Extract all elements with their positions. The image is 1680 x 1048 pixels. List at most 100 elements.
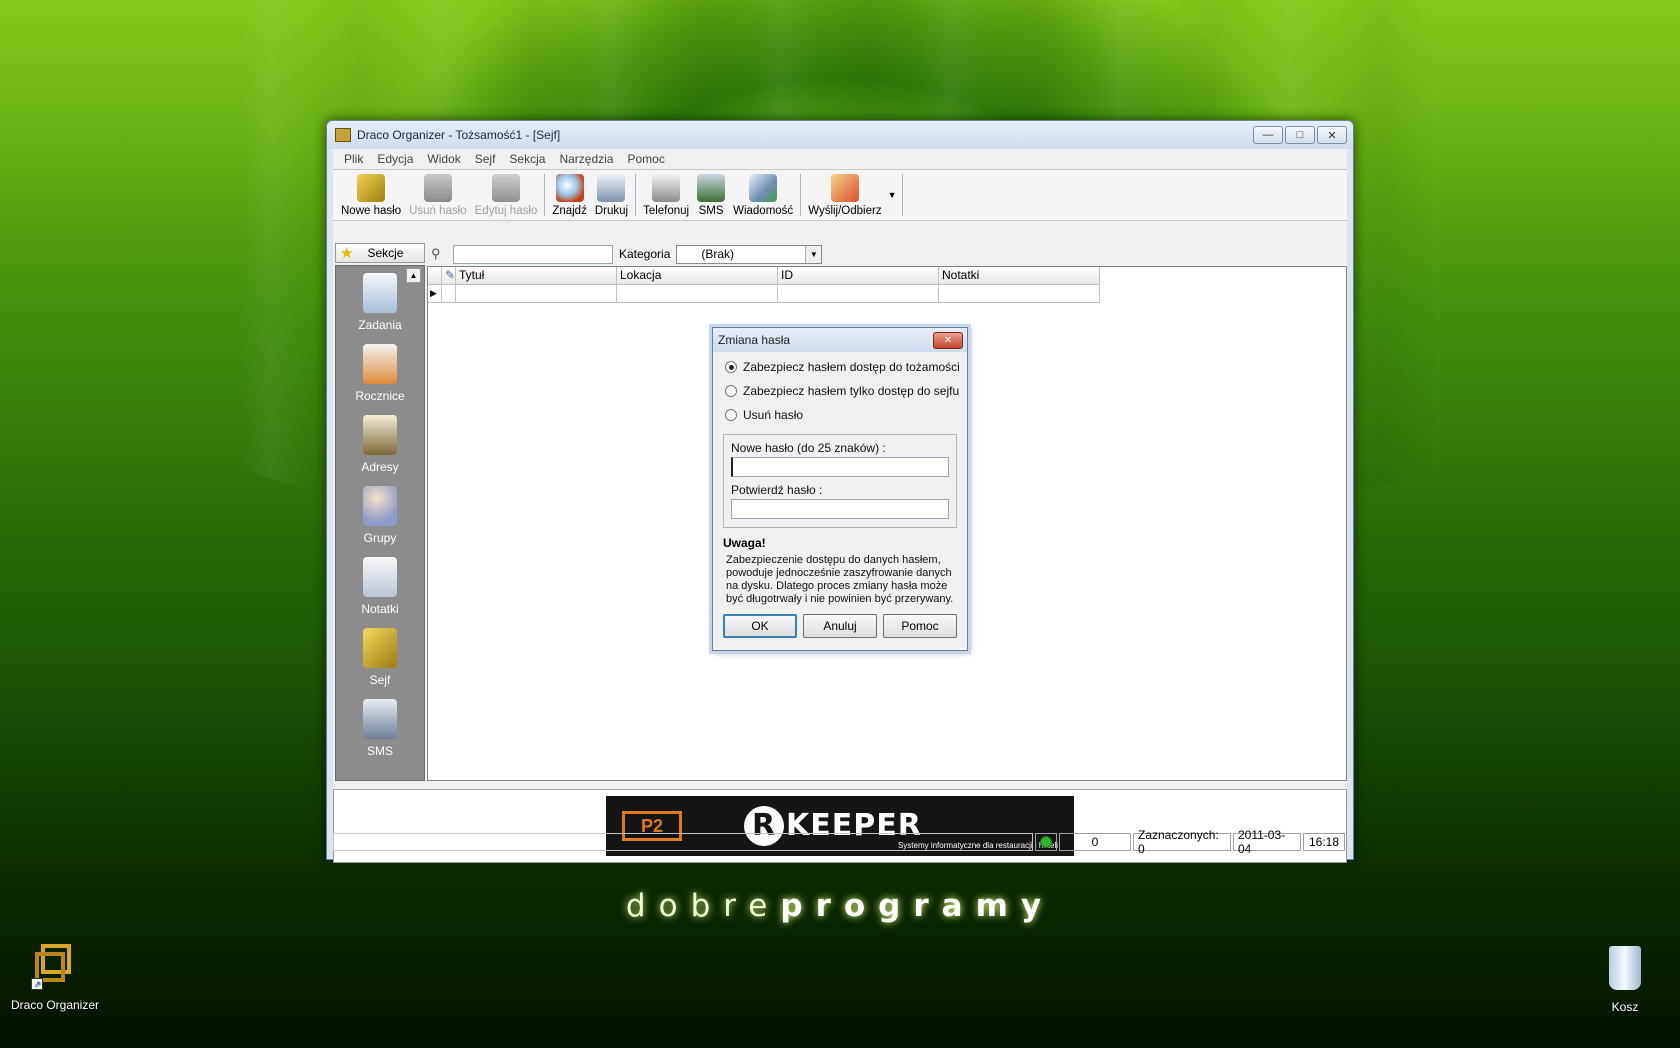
filter-bar: ⚲ Kategoria (Brak) ▼ xyxy=(427,243,1347,265)
column-header-id[interactable]: ID xyxy=(778,267,939,285)
menu-plik[interactable]: Plik xyxy=(337,152,370,166)
status-bar: 0 Zaznaczonych: 0 2011-03-04 16:18 xyxy=(333,828,1347,856)
table-cell[interactable] xyxy=(456,285,617,303)
current-row-arrow-icon: ▶ xyxy=(428,285,442,303)
cancel-button[interactable]: Anuluj xyxy=(803,614,877,638)
search-input[interactable] xyxy=(453,244,613,264)
trash-icon xyxy=(423,174,452,202)
printer-icon xyxy=(597,174,626,202)
radio-protect-identity[interactable]: Zabezpiecz hasłem dostęp do tożamości xyxy=(725,358,967,376)
radio-protect-vault-only[interactable]: Zabezpiecz hasłem tylko dostęp do sejfu xyxy=(725,382,967,400)
maximize-icon: □ xyxy=(1296,129,1304,141)
phone-icon xyxy=(652,174,681,202)
table-cell xyxy=(442,285,456,303)
desktop-icon-draco[interactable]: ↗ Draco Organizer xyxy=(0,942,110,1012)
title-bar[interactable]: Draco Organizer - Tożsamość1 - [Sejf] — … xyxy=(327,121,1353,149)
new-password-field[interactable] xyxy=(731,457,949,477)
sections-panel: ★ Sekcje ▲ Zadania Rocznice Adresy Grupy… xyxy=(335,243,425,781)
section-grupy[interactable]: Grupy xyxy=(336,479,424,550)
table-cell[interactable] xyxy=(617,285,778,303)
notes-icon xyxy=(363,557,397,597)
sections-list: ▲ Zadania Rocznice Adresy Grupy Notatki … xyxy=(335,265,425,781)
key-new-icon xyxy=(357,174,386,202)
chevron-down-icon: ▼ xyxy=(887,190,897,200)
search-icon: ⚲ xyxy=(431,246,441,261)
scroll-up-button[interactable]: ▲ xyxy=(406,268,421,283)
menu-edycja[interactable]: Edycja xyxy=(370,152,420,166)
radio-unchecked-icon xyxy=(725,409,737,421)
warning-title: Uwaga! xyxy=(723,536,766,550)
row-indicator-header xyxy=(428,267,442,285)
change-password-dialog: Zmiana hasła ✕ Zabezpiecz hasłem dostęp … xyxy=(712,327,968,651)
new-password-label: Nowe hasło (do 25 znaków) : xyxy=(731,441,886,455)
close-icon: ✕ xyxy=(1327,129,1337,142)
column-header-notatki[interactable]: Notatki xyxy=(939,267,1100,285)
radio-checked-icon xyxy=(725,361,737,373)
toolbar-separator xyxy=(800,174,802,216)
edit-icon xyxy=(491,174,520,202)
attachment-column-header[interactable]: ✎ xyxy=(442,267,456,285)
edit-password-button[interactable]: Edytuj hasło xyxy=(471,170,542,220)
column-header-lokacja[interactable]: Lokacja xyxy=(617,267,778,285)
category-select[interactable]: (Brak) ▼ xyxy=(676,244,823,264)
toolbar-separator xyxy=(544,174,546,216)
confirm-password-field[interactable] xyxy=(731,499,949,519)
address-book-icon xyxy=(363,415,397,455)
attachment-icon: ✎ xyxy=(445,268,456,282)
column-header-tytul[interactable]: Tytuł xyxy=(456,267,617,285)
dialog-title-bar[interactable]: Zmiana hasła ✕ xyxy=(713,328,967,352)
delete-password-button[interactable]: Usuń hasło xyxy=(405,170,471,220)
maximize-button[interactable]: □ xyxy=(1285,126,1315,144)
close-icon: ✕ xyxy=(943,334,953,346)
section-rocznice[interactable]: Rocznice xyxy=(336,337,424,408)
dialog-close-button[interactable]: ✕ xyxy=(933,331,963,349)
wallpaper-brand: dobreprogramy xyxy=(625,888,1055,924)
help-button[interactable]: Pomoc xyxy=(883,614,957,638)
menu-pomoc[interactable]: Pomoc xyxy=(620,152,671,166)
vault-key-icon xyxy=(363,628,397,668)
tasks-icon xyxy=(363,273,397,313)
dialog-title: Zmiana hasła xyxy=(718,333,791,347)
section-sejf[interactable]: Sejf xyxy=(336,621,424,692)
radio-remove-password[interactable]: Usuń hasło xyxy=(725,406,967,424)
menu-narzedzia[interactable]: Narzędzia xyxy=(552,152,620,166)
grid-header: ✎ Tytuł Lokacja ID Notatki xyxy=(428,267,1104,285)
sections-header[interactable]: ★ Sekcje xyxy=(335,243,425,263)
send-receive-dropdown[interactable]: ▼ xyxy=(886,170,899,220)
menu-sejf[interactable]: Sejf xyxy=(468,152,503,166)
chevron-down-icon[interactable]: ▼ xyxy=(805,245,822,263)
desktop-icon-recycle-bin[interactable]: Kosz xyxy=(1570,944,1680,1014)
close-button[interactable]: ✕ xyxy=(1317,126,1347,144)
status-count: 0 xyxy=(1059,833,1131,851)
table-cell[interactable] xyxy=(939,285,1100,303)
mobile-icon xyxy=(697,174,726,202)
print-button[interactable]: Drukuj xyxy=(591,170,632,220)
table-row[interactable]: ▶ xyxy=(428,285,1104,303)
status-date: 2011-03-04 xyxy=(1233,828,1301,856)
section-notatki[interactable]: Notatki xyxy=(336,550,424,621)
ok-button[interactable]: OK xyxy=(723,614,797,638)
new-password-button[interactable]: Nowe hasło xyxy=(337,170,405,220)
menu-bar: Plik Edycja Widok Sejf Sekcja Narzędzia … xyxy=(333,149,1347,169)
groups-icon xyxy=(363,486,397,526)
warning-text: Zabezpieczenie dostępu do danych hasłem,… xyxy=(726,554,954,605)
minimize-button[interactable]: — xyxy=(1253,126,1283,144)
menu-sekcja[interactable]: Sekcja xyxy=(502,152,552,166)
toolbar-separator xyxy=(901,174,903,216)
message-button[interactable]: Wiadomość xyxy=(729,170,797,220)
table-cell[interactable] xyxy=(778,285,939,303)
find-button[interactable]: Znajdź xyxy=(548,170,591,220)
send-receive-button[interactable]: Wyślij/Odbierz xyxy=(804,170,885,220)
anniversary-icon xyxy=(363,344,397,384)
section-adresy[interactable]: Adresy xyxy=(336,408,424,479)
password-fields-group: Nowe hasło (do 25 znaków) : Potwierdź ha… xyxy=(723,434,957,528)
section-sms[interactable]: SMS xyxy=(336,692,424,763)
sms-button[interactable]: SMS xyxy=(693,170,729,220)
recycle-bin-icon xyxy=(1599,944,1651,996)
status-message xyxy=(333,833,1033,851)
search-icon xyxy=(555,174,584,202)
call-button[interactable]: Telefonuj xyxy=(639,170,693,220)
toolbar-separator xyxy=(635,174,637,216)
menu-widok[interactable]: Widok xyxy=(420,152,467,166)
radio-unchecked-icon xyxy=(725,385,737,397)
